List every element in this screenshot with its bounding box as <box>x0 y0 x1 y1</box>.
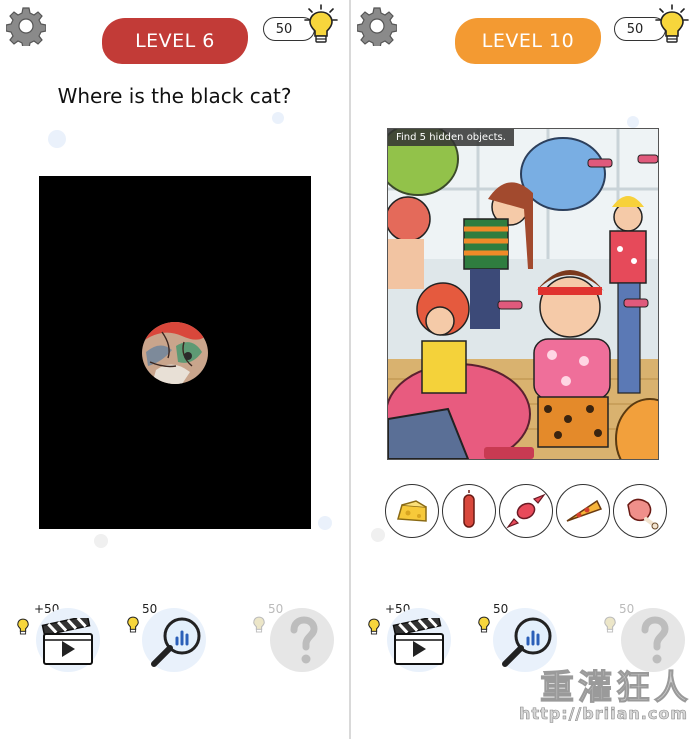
lightbulb-icon <box>477 616 491 634</box>
coin-counter[interactable]: 50 <box>263 14 339 44</box>
decor-dot <box>94 534 108 548</box>
reveal-cost: 50 <box>268 602 284 616</box>
watch-video-hint-button[interactable]: +50 <box>32 602 108 680</box>
clapperboard-icon <box>40 618 96 668</box>
watch-video-hint-button[interactable]: +50 <box>383 602 459 680</box>
dark-scene[interactable] <box>39 176 311 529</box>
sausage-icon <box>442 484 496 538</box>
lightbulb-icon <box>126 616 140 634</box>
pizza-slice-icon <box>556 484 610 538</box>
ham-icon <box>613 484 667 538</box>
lightbulb-icon <box>367 618 381 636</box>
lightbulb-icon <box>654 4 690 48</box>
decor-dot <box>272 112 284 124</box>
decor-dot <box>371 528 385 542</box>
level-10-screen: LEVEL 10 50 Find 5 hidden objects. +50 5… <box>351 0 700 739</box>
level-6-screen: LEVEL 6 50 Where is the black cat? +50 5… <box>0 0 349 739</box>
watermark-url: http://briian.com <box>519 704 688 724</box>
magnifier-hint-button[interactable]: 50 <box>138 602 214 680</box>
flashlight-spot[interactable] <box>142 322 208 384</box>
lightbulb-icon <box>16 618 30 636</box>
hint-toolbar: +50 50 50 <box>0 602 349 684</box>
site-watermark: 重灌狂人 http://briian.com <box>492 660 692 732</box>
question-mark-icon <box>284 616 324 666</box>
lightbulb-icon <box>252 616 266 634</box>
decor-dot <box>48 130 66 148</box>
hidden-objects-list <box>385 484 667 542</box>
level-title: LEVEL 10 <box>455 18 601 64</box>
decor-dot <box>318 516 332 530</box>
coin-counter[interactable]: 50 <box>614 14 690 44</box>
settings-gear-icon[interactable] <box>6 6 46 46</box>
reveal-cost: 50 <box>619 602 635 616</box>
lightbulb-icon <box>303 4 339 48</box>
decor-dot <box>627 116 639 128</box>
candy-icon <box>499 484 553 538</box>
level-title: LEVEL 6 <box>102 18 248 64</box>
question-mark-icon <box>635 616 675 666</box>
reveal-hint-button[interactable]: 50 <box>266 602 342 680</box>
clapperboard-icon <box>391 618 447 668</box>
magnifier-icon <box>146 612 206 672</box>
watermark-title: 重灌狂人 <box>540 668 692 709</box>
cheese-icon <box>385 484 439 538</box>
gym-scene-image[interactable]: Find 5 hidden objects. <box>387 128 659 460</box>
question-text: Where is the black cat? <box>57 84 292 108</box>
gym-illustration <box>388 129 658 459</box>
settings-gear-icon[interactable] <box>357 6 397 46</box>
lightbulb-icon <box>603 616 617 634</box>
objective-label: Find 5 hidden objects. <box>388 129 514 146</box>
